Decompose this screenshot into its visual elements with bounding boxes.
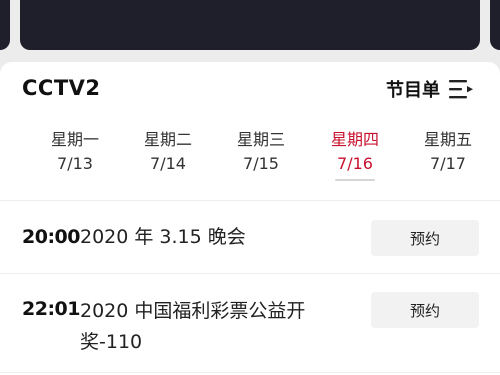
day-tab-date: 7/15 xyxy=(243,154,279,173)
day-tab-weekday: 星期一 xyxy=(50,130,99,149)
day-tab-tuesday[interactable]: 星期二 7/14 xyxy=(128,130,208,174)
reserve-button[interactable]: 预约 xyxy=(371,220,479,256)
program-time: 22:01 xyxy=(22,298,80,320)
program-row: 20:00 2020 年 3.15 晚会 预约 xyxy=(0,218,500,258)
schedule-button-label: 节目单 xyxy=(386,80,440,101)
day-tabs: 日 星期一 7/13 星期二 7/14 星期三 7/15 星期四 7/16 星期… xyxy=(0,122,500,182)
day-tab-date: 7/14 xyxy=(150,154,186,173)
divider xyxy=(0,273,500,274)
day-tab-date: 7/16 xyxy=(337,154,373,173)
day-tab-weekday: 星期四 xyxy=(330,130,379,149)
list-icon xyxy=(449,80,473,99)
program-title: 2020 中国福利彩票公益开奖-110 xyxy=(80,300,306,353)
day-tab-sunday[interactable]: 日 xyxy=(0,130,6,154)
program-row: 22:01 2020 中国福利彩票公益开奖-110 预约 xyxy=(0,290,500,360)
day-tab-wednesday[interactable]: 星期三 7/15 xyxy=(221,130,301,174)
day-tab-date: 7/13 xyxy=(57,154,93,173)
program-title: 2020 年 3.15 晚会 xyxy=(80,226,246,248)
day-tab-thursday[interactable]: 星期四 7/16 xyxy=(315,130,395,174)
video-card-current[interactable] xyxy=(20,0,480,50)
divider xyxy=(0,200,500,201)
day-tab-monday[interactable]: 星期一 7/13 xyxy=(35,130,115,174)
day-tab-weekday: 星期三 xyxy=(236,130,285,149)
day-tab-weekday: 星期五 xyxy=(423,130,472,149)
app-screen: CCTV2 节目单 日 星期一 7/13 星期二 7/14 星期三 7/15 xyxy=(0,0,500,375)
divider xyxy=(0,372,500,373)
day-tab-date: 7/17 xyxy=(430,154,466,173)
day-tab-weekday: 星期二 xyxy=(143,130,192,149)
day-tab-friday[interactable]: 星期五 7/17 xyxy=(408,130,488,174)
scroll-indicator xyxy=(335,179,375,181)
reserve-button[interactable]: 预约 xyxy=(371,292,479,328)
channel-name: CCTV2 xyxy=(22,76,101,100)
guide-header: CCTV2 节目单 xyxy=(0,62,500,118)
program-time: 20:00 xyxy=(22,226,80,248)
day-tab-weekday: 日 xyxy=(0,130,6,150)
schedule-button[interactable]: 节目单 xyxy=(386,74,474,104)
video-card-previous[interactable] xyxy=(0,0,10,50)
video-card-next[interactable] xyxy=(490,0,500,50)
